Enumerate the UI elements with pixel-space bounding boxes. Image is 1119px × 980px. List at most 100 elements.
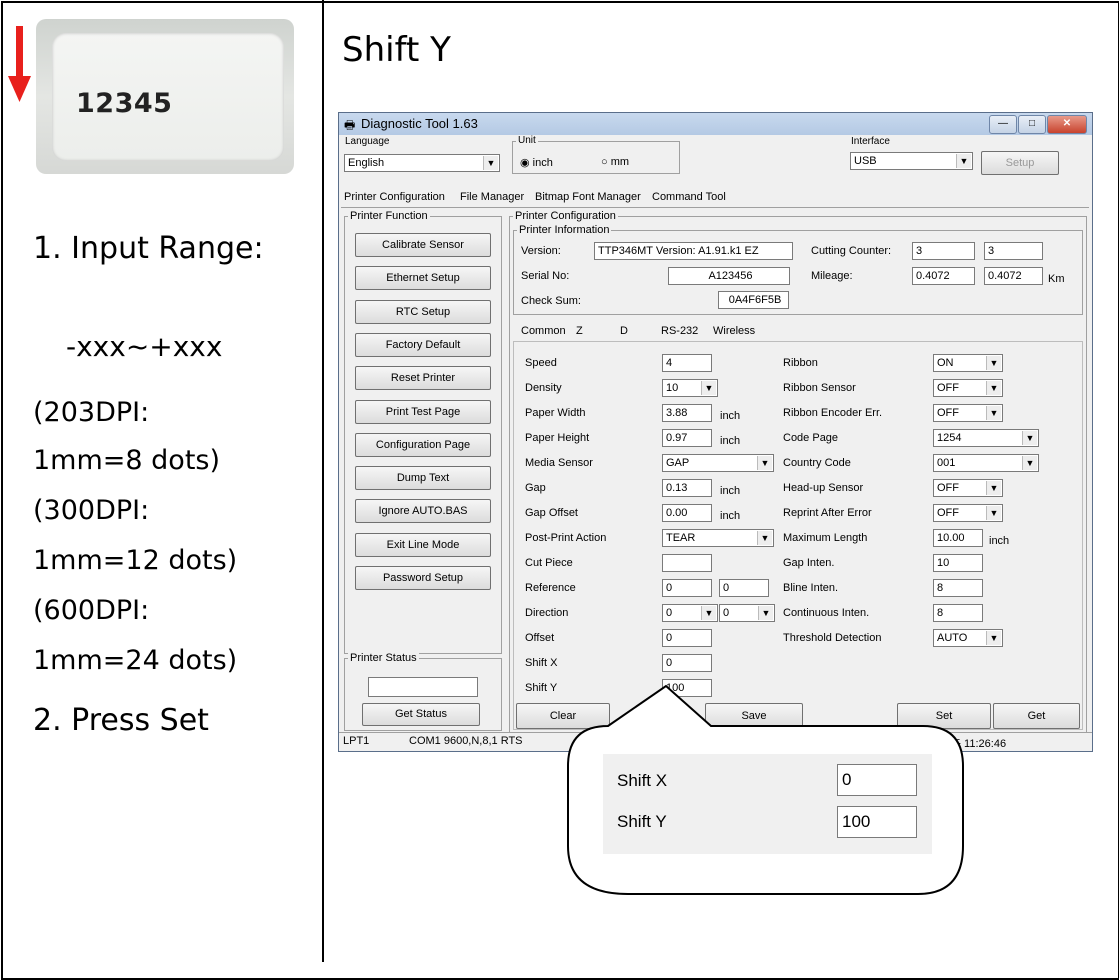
post-print-field[interactable]: TEAR ▼ <box>662 529 774 547</box>
interface-select[interactable]: USB ▼ <box>850 152 973 170</box>
media-sensor-field-value: GAP <box>666 457 690 469</box>
gap-offset-field[interactable]: 0.00 <box>662 504 712 522</box>
paper-width-unit: inch <box>720 410 741 422</box>
ribbon-encoder-field-value: OFF <box>937 407 959 419</box>
gap-label: Gap <box>525 482 546 494</box>
reprint-label: Reprint After Error <box>783 507 872 519</box>
minimize-button[interactable]: — <box>989 115 1017 134</box>
gap-inten-field[interactable]: 10 <box>933 554 983 572</box>
subtab-wireless[interactable]: Wireless <box>713 325 755 337</box>
media-sensor-label: Media Sensor <box>525 457 593 469</box>
cut-piece-label: Cut Piece <box>525 557 573 569</box>
unit-inch-radio[interactable]: ◉ inch <box>520 156 553 169</box>
tab-file-manager[interactable]: File Manager <box>460 191 524 203</box>
printer-status-field <box>368 677 478 697</box>
column-divider <box>322 0 324 962</box>
printer-function-button[interactable]: Reset Printer <box>355 366 491 391</box>
gap-offset-unit: inch <box>720 510 741 522</box>
tab-bitmap-font-manager[interactable]: Bitmap Font Manager <box>535 191 641 203</box>
zoom-shift-y-field[interactable]: 100 <box>837 806 917 838</box>
paper-width-field-value: 3.88 <box>666 407 688 419</box>
cont-inten-label: Continuous Inten. <box>783 607 870 619</box>
printer-function-button[interactable]: Exit Line Mode <box>355 532 491 557</box>
cut-piece-field[interactable] <box>662 554 712 572</box>
printer-function-button[interactable]: Calibrate Sensor <box>355 233 491 257</box>
gap-inten-label: Gap Inten. <box>783 557 835 569</box>
chevron-down-icon: ▼ <box>1022 456 1037 470</box>
printer-function-button[interactable]: Ignore AUTO.BAS <box>355 499 491 524</box>
headup-field[interactable]: OFF ▼ <box>933 479 1003 497</box>
chevron-down-icon: ▼ <box>986 406 1001 420</box>
cutting-counter-label: Cutting Counter: <box>811 245 892 257</box>
direction-field-1[interactable]: 0 ▼ <box>662 604 718 622</box>
subtab-d[interactable]: D <box>620 325 628 337</box>
paper-height-field-value: 0.97 <box>666 432 688 444</box>
ribbon-sensor-field[interactable]: OFF ▼ <box>933 379 1003 397</box>
direction-field-2-value: 0 <box>723 607 730 619</box>
ribbon-encoder-field[interactable]: OFF ▼ <box>933 404 1003 422</box>
printer-function-button[interactable]: Print Test Page <box>355 399 491 424</box>
subtab-common[interactable]: Common <box>521 325 566 337</box>
printer-status-label: Printer Status <box>348 652 419 664</box>
subtab-z[interactable]: Z <box>576 325 583 337</box>
chevron-down-icon: ▼ <box>986 481 1001 495</box>
bline-inten-field-value: 8 <box>937 582 944 594</box>
reference-field-1[interactable]: 0 <box>662 579 712 597</box>
range-text: -xxx~+xxx <box>66 330 223 363</box>
code-page-field[interactable]: 1254 ▼ <box>933 429 1039 447</box>
chevron-down-icon: ▼ <box>757 456 772 470</box>
shift-x-field-value: 0 <box>666 657 673 669</box>
subtab-rs232[interactable]: RS-232 <box>661 325 698 337</box>
get-button[interactable]: Get <box>993 703 1080 729</box>
reprint-field[interactable]: OFF ▼ <box>933 504 1003 522</box>
density-field[interactable]: 10 ▼ <box>662 379 718 397</box>
reference-field-2[interactable]: 0 <box>719 579 769 597</box>
printer-function-button[interactable]: Ethernet Setup <box>355 266 491 291</box>
language-select[interactable]: English ▼ <box>344 154 500 172</box>
paper-height-field[interactable]: 0.97 <box>662 429 712 447</box>
country-code-field[interactable]: 001 ▼ <box>933 454 1039 472</box>
printer-function-button[interactable]: Factory Default <box>355 332 491 357</box>
max-length-field[interactable]: 10.00 <box>933 529 983 547</box>
gap-field[interactable]: 0.13 <box>662 479 712 497</box>
threshold-field[interactable]: AUTO ▼ <box>933 629 1003 647</box>
zoom-shift-x-field[interactable]: 0 <box>837 764 917 796</box>
close-button[interactable]: ✕ <box>1047 115 1087 134</box>
printer-function-button[interactable]: Dump Text <box>355 466 491 491</box>
cont-inten-field[interactable]: 8 <box>933 604 983 622</box>
cutting-counter-field-2: 3 <box>984 242 1043 260</box>
version-label: Version: <box>521 245 561 257</box>
printer-function-button[interactable]: Configuration Page <box>355 432 491 457</box>
shift-x-field[interactable]: 0 <box>662 654 712 672</box>
interface-setup-button[interactable]: Setup <box>981 151 1059 175</box>
zoom-shift-y-label: Shift Y <box>617 812 667 831</box>
paper-height-label: Paper Height <box>525 432 590 444</box>
tab-printer-configuration[interactable]: Printer Configuration <box>344 191 445 203</box>
headup-field-value: OFF <box>937 482 959 494</box>
gap-unit: inch <box>720 485 741 497</box>
printer-function-button[interactable]: Password Setup <box>355 566 491 590</box>
unit-mm-radio[interactable]: ○ mm <box>601 156 629 168</box>
mileage-field-1: 0.4072 <box>912 267 975 285</box>
media-sensor-field[interactable]: GAP ▼ <box>662 454 774 472</box>
code-page-label: Code Page <box>783 432 839 444</box>
serial-label: Serial No: <box>521 270 570 282</box>
offset-field[interactable]: 0 <box>662 629 712 647</box>
direction-field-2[interactable]: 0 ▼ <box>719 604 775 622</box>
step2-text: 2. Press Set <box>33 703 209 738</box>
country-code-label: Country Code <box>783 457 851 469</box>
dpi-line-1: (203DPI: <box>33 397 150 428</box>
status-port-lpt: LPT1 <box>343 735 370 747</box>
language-label: Language <box>345 136 390 147</box>
paper-width-field[interactable]: 3.88 <box>662 404 712 422</box>
dpi-line-3: (300DPI: <box>33 495 150 526</box>
get-status-button[interactable]: Get Status <box>362 703 480 726</box>
bline-inten-field[interactable]: 8 <box>933 579 983 597</box>
speed-field[interactable]: 4 <box>662 354 712 372</box>
printer-function-button[interactable]: RTC Setup <box>355 299 491 324</box>
threshold-field-value: AUTO <box>937 632 968 644</box>
tab-command-tool[interactable]: Command Tool <box>652 191 726 203</box>
maximize-button[interactable]: □ <box>1018 115 1046 134</box>
ribbon-field[interactable]: ON ▼ <box>933 354 1003 372</box>
country-code-field-value: 001 <box>937 457 956 469</box>
